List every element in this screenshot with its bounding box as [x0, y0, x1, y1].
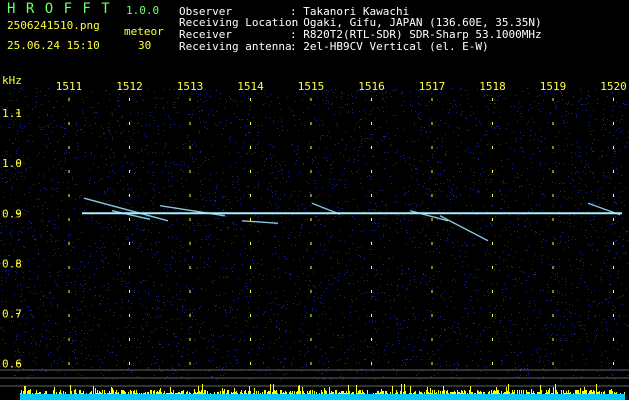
x-tick-label: 1516	[358, 80, 385, 93]
level-fill	[20, 394, 625, 400]
x-tick-label: 1512	[116, 80, 143, 93]
mode-label: meteor	[124, 25, 164, 38]
x-tick-label: 1517	[419, 80, 446, 93]
y-tick-label: 0.7	[2, 307, 22, 320]
x-tick-label: 1511	[56, 80, 83, 93]
meteor-count: 30	[138, 39, 152, 52]
x-tick-label: 1518	[479, 80, 506, 93]
date-time: 25.06.24 15:10	[7, 39, 100, 52]
header-panel: H R O F F T 1.0.0 2506241510.png 25.06.2…	[0, 0, 629, 72]
spectrogram-chart: 1511 1512 1513 1514 1515 1516 1517 1518 1519 1520…	[0, 72, 629, 400]
y-axis-label: kHz	[2, 74, 22, 87]
app-version: 1.0.0	[126, 4, 160, 17]
app-title: H R O F F T	[7, 1, 111, 17]
antenna-value: : 2el-HB9CV Vertical (el. E-W)	[290, 40, 489, 53]
spectrogram-background	[0, 72, 629, 400]
x-tick-label: 1515	[298, 80, 325, 93]
x-tick-label: 1514	[237, 80, 264, 93]
x-tick-label: 1519	[540, 80, 567, 93]
x-tick-label: 1513	[177, 80, 204, 93]
x-tick-label: 1520	[600, 80, 627, 93]
y-tick-label: 1.1	[2, 107, 22, 120]
file-name: 2506241510.png	[7, 19, 100, 32]
antenna-label: Receiving antenna	[179, 40, 292, 53]
